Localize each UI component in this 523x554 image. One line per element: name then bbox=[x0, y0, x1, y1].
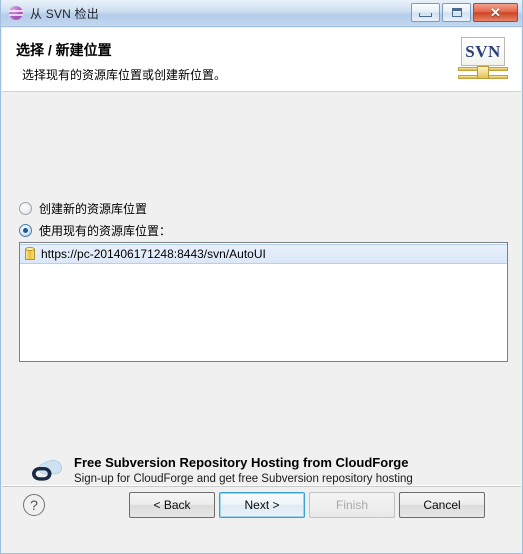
window-controls: ✕ bbox=[411, 3, 518, 22]
back-button[interactable]: < Back bbox=[129, 492, 215, 518]
maximize-icon bbox=[451, 8, 462, 17]
promo-title: Free Subversion Repository Hosting from … bbox=[74, 455, 409, 470]
page-title: 选择 / 新建位置 bbox=[16, 42, 112, 58]
window-titlebar: 从 SVN 检出 ✕ bbox=[1, 0, 522, 27]
close-button[interactable]: ✕ bbox=[473, 3, 518, 22]
minimize-icon bbox=[419, 13, 432, 17]
minimize-button[interactable] bbox=[411, 3, 440, 22]
radio-use-existing-location[interactable]: 使用现有的资源库位置： bbox=[19, 222, 171, 239]
svn-logo-icon: SVN bbox=[458, 36, 508, 84]
svn-checkout-dialog: 从 SVN 检出 ✕ 选择 / 新建位置 选择现有的资源库位置或创建新位置。 S… bbox=[0, 0, 523, 554]
radio-create-new-location[interactable]: 创建新的资源库位置 bbox=[19, 200, 147, 217]
radio-button-checked-icon[interactable] bbox=[19, 224, 32, 237]
dialog-header: 选择 / 新建位置 选择现有的资源库位置或创建新位置。 SVN bbox=[2, 28, 521, 92]
radio-button-unchecked-icon[interactable] bbox=[19, 202, 32, 215]
list-item[interactable]: https://pc-201406171248:8443/svn/AutoUI bbox=[20, 244, 507, 264]
cloudforge-links-icon bbox=[30, 458, 64, 484]
svn-repository-sphere-icon bbox=[8, 5, 24, 21]
cancel-button[interactable]: Cancel bbox=[399, 492, 485, 518]
dialog-button-row: < Back Next > Finish Cancel bbox=[129, 492, 485, 518]
help-icon[interactable]: ? bbox=[23, 494, 45, 516]
repository-location-list[interactable]: https://pc-201406171248:8443/svn/AutoUI bbox=[19, 242, 508, 362]
radio-use-existing-location-label: 使用现有的资源库位置： bbox=[39, 224, 172, 238]
repository-url: https://pc-201406171248:8443/svn/AutoUI bbox=[41, 247, 266, 261]
dialog-body: 创建新的资源库位置 使用现有的资源库位置： https://pc-2014061… bbox=[2, 92, 521, 500]
svn-logo-text: SVN bbox=[465, 41, 501, 61]
radio-create-new-location-label: 创建新的资源库位置 bbox=[39, 202, 148, 216]
repository-cylinder-icon bbox=[25, 247, 35, 261]
window-title: 从 SVN 检出 bbox=[30, 6, 99, 21]
maximize-button[interactable] bbox=[442, 3, 471, 22]
next-button[interactable]: Next > bbox=[219, 492, 305, 518]
dialog-footer: ? < Back Next > Finish Cancel bbox=[2, 485, 521, 552]
close-icon: ✕ bbox=[490, 5, 501, 20]
page-subtitle: 选择现有的资源库位置或创建新位置。 bbox=[22, 68, 227, 82]
finish-button: Finish bbox=[309, 492, 395, 518]
